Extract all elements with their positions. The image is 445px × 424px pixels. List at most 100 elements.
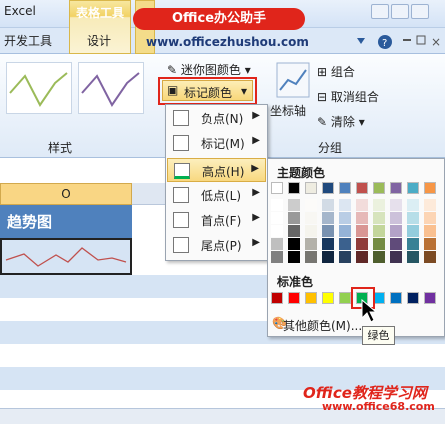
menu-item-negative[interactable]: 负点(N) ▶ bbox=[167, 106, 266, 130]
minimize-button[interactable] bbox=[371, 4, 389, 19]
restore-icon bbox=[416, 35, 426, 45]
sparkline-color-button[interactable]: ✎ 迷你图颜色 ▾ bbox=[167, 61, 251, 78]
theme-shade-swatch[interactable] bbox=[356, 212, 368, 224]
axis-button[interactable]: 坐标轴 bbox=[270, 102, 306, 119]
theme-color-swatch[interactable] bbox=[424, 182, 436, 194]
theme-color-swatch[interactable] bbox=[271, 182, 283, 194]
theme-color-swatch[interactable] bbox=[390, 182, 402, 194]
theme-shade-swatch[interactable] bbox=[271, 225, 283, 237]
more-colors-item[interactable]: 其他颜色(M)... bbox=[283, 317, 362, 334]
theme-shade-swatch[interactable] bbox=[373, 212, 385, 224]
standard-color-swatch[interactable] bbox=[288, 292, 300, 304]
theme-shade-swatch[interactable] bbox=[373, 238, 385, 250]
theme-color-swatch[interactable] bbox=[356, 182, 368, 194]
theme-shade-swatch[interactable] bbox=[288, 238, 300, 250]
theme-shade-swatch[interactable] bbox=[271, 212, 283, 224]
theme-shade-swatch[interactable] bbox=[322, 212, 334, 224]
standard-color-swatch[interactable] bbox=[407, 292, 419, 304]
theme-shade-swatch[interactable] bbox=[424, 225, 436, 237]
standard-color-swatch[interactable] bbox=[305, 292, 317, 304]
theme-shade-swatch[interactable] bbox=[271, 251, 283, 263]
theme-shade-swatch[interactable] bbox=[390, 225, 402, 237]
theme-shade-swatch[interactable] bbox=[305, 225, 317, 237]
trend-title-cell[interactable]: 趋势图 bbox=[0, 205, 132, 238]
theme-shade-swatch[interactable] bbox=[288, 199, 300, 211]
standard-color-swatch[interactable] bbox=[339, 292, 351, 304]
theme-shade-swatch[interactable] bbox=[373, 225, 385, 237]
axis-icon[interactable] bbox=[276, 62, 310, 101]
theme-shade-swatch[interactable] bbox=[424, 238, 436, 250]
theme-color-swatch[interactable] bbox=[407, 182, 419, 194]
theme-color-swatch[interactable] bbox=[322, 182, 334, 194]
theme-shade-swatch[interactable] bbox=[322, 225, 334, 237]
standard-colors-title: 标准色 bbox=[277, 275, 314, 289]
theme-shade-swatch[interactable] bbox=[356, 251, 368, 263]
restore-button[interactable] bbox=[391, 4, 409, 19]
theme-shade-swatch[interactable] bbox=[305, 251, 317, 263]
standard-color-swatch[interactable] bbox=[424, 292, 436, 304]
theme-shade-swatch[interactable] bbox=[407, 199, 419, 211]
theme-shade-swatch[interactable] bbox=[339, 199, 351, 211]
theme-shade-swatch[interactable] bbox=[271, 199, 283, 211]
theme-shade-swatch[interactable] bbox=[339, 225, 351, 237]
theme-shade-swatch[interactable] bbox=[356, 238, 368, 250]
clear-button[interactable]: ✎ 清除 ▾ bbox=[317, 113, 365, 130]
ungroup-button[interactable]: ⊟ 取消组合 bbox=[317, 88, 379, 105]
highlight-box bbox=[158, 77, 257, 105]
tab-developer[interactable]: 开发工具 bbox=[4, 32, 52, 49]
theme-shade-swatch[interactable] bbox=[424, 251, 436, 263]
theme-shade-swatch[interactable] bbox=[390, 212, 402, 224]
theme-shade-swatch[interactable] bbox=[322, 238, 334, 250]
sparkline-cell[interactable] bbox=[0, 238, 132, 275]
app-title: Excel bbox=[4, 4, 36, 18]
close-button[interactable] bbox=[411, 4, 429, 19]
menu-item-last[interactable]: 尾点(P) ▶ bbox=[167, 233, 266, 257]
sparkline-style-2[interactable] bbox=[78, 62, 144, 114]
theme-shade-swatch[interactable] bbox=[322, 199, 334, 211]
tab-design[interactable]: 设计 bbox=[87, 32, 111, 49]
theme-shade-swatch[interactable] bbox=[339, 212, 351, 224]
theme-shade-swatch[interactable] bbox=[373, 199, 385, 211]
menu-item-high[interactable]: 高点(H) ▶ bbox=[167, 158, 266, 182]
theme-shade-swatch[interactable] bbox=[373, 251, 385, 263]
table-row[interactable] bbox=[0, 344, 445, 367]
theme-color-swatch[interactable] bbox=[288, 182, 300, 194]
theme-shade-swatch[interactable] bbox=[305, 199, 317, 211]
theme-color-swatch[interactable] bbox=[305, 182, 317, 194]
theme-shade-swatch[interactable] bbox=[356, 225, 368, 237]
theme-shade-swatch[interactable] bbox=[339, 238, 351, 250]
standard-color-swatch[interactable] bbox=[271, 292, 283, 304]
menu-item-marker[interactable]: 标记(M) ▶ bbox=[167, 131, 266, 155]
theme-shade-swatch[interactable] bbox=[407, 251, 419, 263]
theme-color-swatch[interactable] bbox=[373, 182, 385, 194]
theme-shade-swatch[interactable] bbox=[424, 199, 436, 211]
theme-shade-swatch[interactable] bbox=[305, 212, 317, 224]
theme-shade-swatch[interactable] bbox=[305, 238, 317, 250]
theme-shade-swatch[interactable] bbox=[271, 238, 283, 250]
close-icon: × bbox=[431, 35, 441, 49]
theme-shade-swatch[interactable] bbox=[288, 251, 300, 263]
theme-shade-swatch[interactable] bbox=[339, 251, 351, 263]
sparkline-style-1[interactable] bbox=[6, 62, 72, 114]
theme-shade-swatch[interactable] bbox=[356, 199, 368, 211]
theme-shade-swatch[interactable] bbox=[390, 199, 402, 211]
standard-color-swatch[interactable] bbox=[390, 292, 402, 304]
theme-shade-swatch[interactable] bbox=[407, 212, 419, 224]
theme-shade-swatch[interactable] bbox=[288, 212, 300, 224]
theme-shade-swatch[interactable] bbox=[407, 238, 419, 250]
theme-shade-swatch[interactable] bbox=[390, 238, 402, 250]
color-tooltip: 绿色 bbox=[362, 326, 395, 345]
theme-shade-swatch[interactable] bbox=[322, 251, 334, 263]
theme-shade-swatch[interactable] bbox=[407, 225, 419, 237]
theme-shade-swatch[interactable] bbox=[424, 212, 436, 224]
svg-text:?: ? bbox=[382, 38, 387, 49]
theme-shade-swatch[interactable] bbox=[288, 225, 300, 237]
theme-shade-swatch[interactable] bbox=[390, 251, 402, 263]
group-button[interactable]: ⊞ 组合 bbox=[317, 63, 355, 80]
collapse-ribbon-icon bbox=[357, 38, 365, 44]
menu-item-first[interactable]: 首点(F) ▶ bbox=[167, 208, 266, 232]
menu-item-low[interactable]: 低点(L) ▶ bbox=[167, 183, 266, 207]
theme-color-swatch[interactable] bbox=[339, 182, 351, 194]
column-header-o[interactable]: O bbox=[0, 183, 132, 205]
standard-color-swatch[interactable] bbox=[322, 292, 334, 304]
